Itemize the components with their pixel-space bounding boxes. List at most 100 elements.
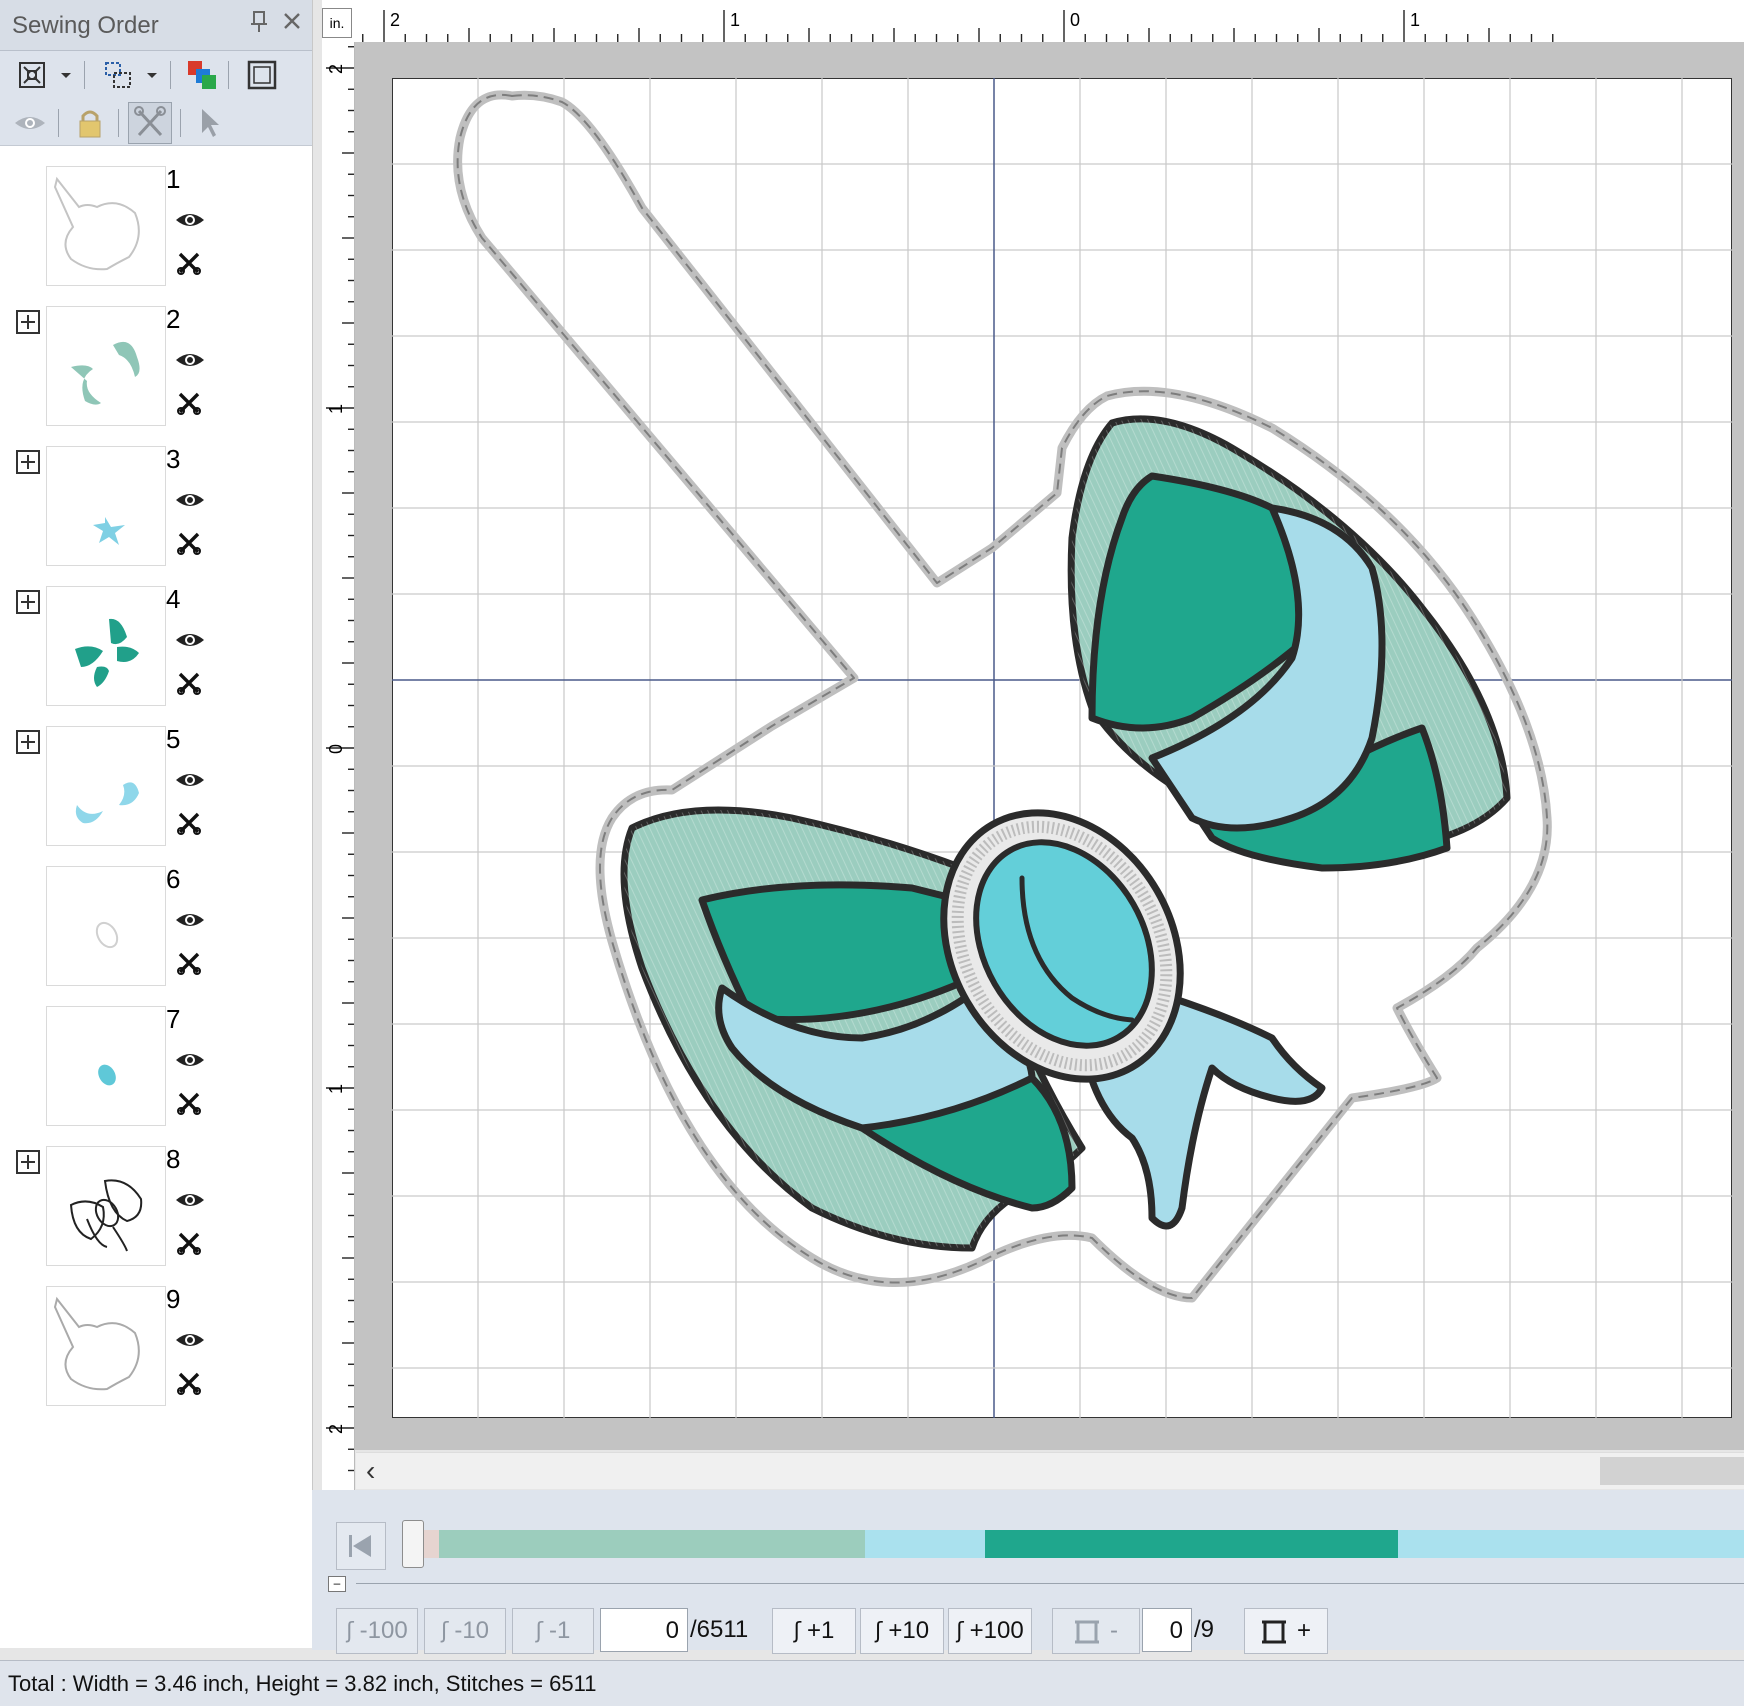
scissors-icon[interactable] xyxy=(176,250,202,276)
scissors-icon[interactable] xyxy=(176,1370,202,1396)
ruler-unit[interactable]: in. xyxy=(322,8,352,38)
item-thumbnail[interactable] xyxy=(46,866,166,986)
previous-color-label: - xyxy=(1110,1617,1118,1644)
eye-icon[interactable] xyxy=(174,630,206,650)
back-1-button[interactable]: ʃ -1 xyxy=(512,1608,594,1654)
item-number: 2 xyxy=(166,304,181,334)
sewing-order-panel: Sewing Order 1 2 3 4 5 6 7 8 9 xyxy=(0,0,313,1648)
stitch-color-bar[interactable] xyxy=(412,1530,1744,1558)
cursor-icon[interactable] xyxy=(192,105,228,141)
design-canvas[interactable] xyxy=(392,78,1732,1418)
item-number: 1 xyxy=(166,164,181,194)
eye-icon[interactable] xyxy=(174,910,206,930)
item-thumbnail[interactable] xyxy=(46,1286,166,1406)
horizontal-scrollbar[interactable]: ‹ xyxy=(356,1452,1744,1489)
group-icon[interactable] xyxy=(100,57,136,93)
sewing-order-item[interactable]: 8 xyxy=(0,1140,312,1280)
sewing-order-item[interactable]: 9 xyxy=(0,1280,312,1420)
status-text: Total : Width = 3.46 inch, Height = 3.82… xyxy=(8,1671,597,1696)
eye-icon[interactable] xyxy=(174,770,206,790)
scrollbar-thumb[interactable] xyxy=(1600,1457,1744,1485)
item-number: 5 xyxy=(166,724,181,754)
hoop-icon[interactable] xyxy=(244,57,280,93)
item-number: 6 xyxy=(166,864,181,894)
lock-icon[interactable] xyxy=(72,105,108,141)
pin-icon[interactable] xyxy=(250,10,268,41)
close-icon[interactable] xyxy=(282,10,302,38)
sewing-order-item[interactable]: 1 xyxy=(0,160,312,300)
needle-icon: ʃ xyxy=(793,1619,801,1644)
ruler-label: 1 xyxy=(326,404,346,414)
ruler-label: 2 xyxy=(326,1424,346,1434)
chevron-down-icon[interactable] xyxy=(56,57,76,93)
eye-icon[interactable] xyxy=(174,1050,206,1070)
fit-view-icon[interactable] xyxy=(16,57,52,93)
sewing-order-item[interactable]: 6 xyxy=(0,860,312,1000)
item-thumbnail[interactable] xyxy=(46,306,166,426)
eye-icon[interactable] xyxy=(174,210,206,230)
forward-100-label: +100 xyxy=(969,1617,1024,1644)
item-number: 8 xyxy=(166,1144,181,1174)
back-10-button[interactable]: ʃ -10 xyxy=(424,1608,506,1654)
forward-100-button[interactable]: ʃ +100 xyxy=(948,1608,1032,1654)
needle-icon: ʃ xyxy=(440,1619,449,1644)
toolbar-separator xyxy=(84,61,85,89)
back-100-label: -100 xyxy=(359,1617,408,1644)
sewing-order-item[interactable]: 5 xyxy=(0,720,312,860)
eye-icon[interactable] xyxy=(174,1190,206,1210)
eye-icon[interactable] xyxy=(12,105,48,141)
scissors-icon[interactable] xyxy=(176,1090,202,1116)
scissors-icon[interactable] xyxy=(128,102,172,144)
color-number-input[interactable]: 0 xyxy=(1142,1608,1192,1652)
expand-icon[interactable] xyxy=(16,450,40,474)
scissors-icon[interactable] xyxy=(176,390,202,416)
needle-icon: ʃ xyxy=(956,1619,964,1644)
toolbar-separator xyxy=(170,61,171,89)
color-segment[interactable] xyxy=(864,1530,985,1558)
back-1-label: -1 xyxy=(549,1617,571,1644)
previous-color-button[interactable]: - xyxy=(1052,1608,1140,1654)
eye-icon[interactable] xyxy=(174,1330,206,1350)
scissors-icon[interactable] xyxy=(176,670,202,696)
item-thumbnail[interactable] xyxy=(46,166,166,286)
color-segment[interactable] xyxy=(984,1530,1398,1558)
item-thumbnail[interactable] xyxy=(46,726,166,846)
eye-icon[interactable] xyxy=(174,350,206,370)
expand-icon[interactable] xyxy=(16,1150,40,1174)
item-thumbnail[interactable] xyxy=(46,446,166,566)
next-color-button[interactable]: + xyxy=(1244,1608,1328,1654)
eye-icon[interactable] xyxy=(174,490,206,510)
stitch-slider-handle[interactable] xyxy=(402,1520,424,1568)
expand-icon[interactable] xyxy=(16,310,40,334)
item-thumbnail[interactable] xyxy=(46,586,166,706)
ruler-label: 1 xyxy=(1410,10,1420,30)
color-sort-icon[interactable] xyxy=(184,57,220,93)
color-segment[interactable] xyxy=(1397,1530,1744,1558)
stitch-number-input[interactable]: 0 xyxy=(600,1608,688,1652)
scissors-icon[interactable] xyxy=(176,950,202,976)
sewing-order-item[interactable]: 3 xyxy=(0,440,312,580)
ruler-label: 1 xyxy=(326,1084,346,1094)
expand-icon[interactable] xyxy=(16,730,40,754)
sewing-order-item[interactable]: 7 xyxy=(0,1000,312,1140)
item-thumbnail[interactable] xyxy=(46,1146,166,1266)
color-segment[interactable] xyxy=(438,1530,865,1558)
scroll-left-icon[interactable]: ‹ xyxy=(366,1455,375,1487)
sewing-order-item[interactable]: 2 xyxy=(0,300,312,440)
ruler-label: 0 xyxy=(326,744,346,754)
ruler-label: 2 xyxy=(390,10,400,30)
forward-1-button[interactable]: ʃ +1 xyxy=(772,1608,856,1654)
back-100-button[interactable]: ʃ -100 xyxy=(336,1608,418,1654)
sewing-order-item[interactable]: 4 xyxy=(0,580,312,720)
item-thumbnail[interactable] xyxy=(46,1006,166,1126)
expand-icon[interactable] xyxy=(16,590,40,614)
scissors-icon[interactable] xyxy=(176,530,202,556)
hoop-icon xyxy=(1261,1620,1286,1644)
chevron-down-icon[interactable] xyxy=(142,57,162,93)
forward-10-button[interactable]: ʃ +10 xyxy=(860,1608,944,1654)
scissors-icon[interactable] xyxy=(176,810,202,836)
go-to-start-button[interactable] xyxy=(336,1522,386,1570)
scissors-icon[interactable] xyxy=(176,1230,202,1256)
collapse-icon[interactable]: – xyxy=(328,1576,346,1592)
item-number: 7 xyxy=(166,1004,181,1034)
